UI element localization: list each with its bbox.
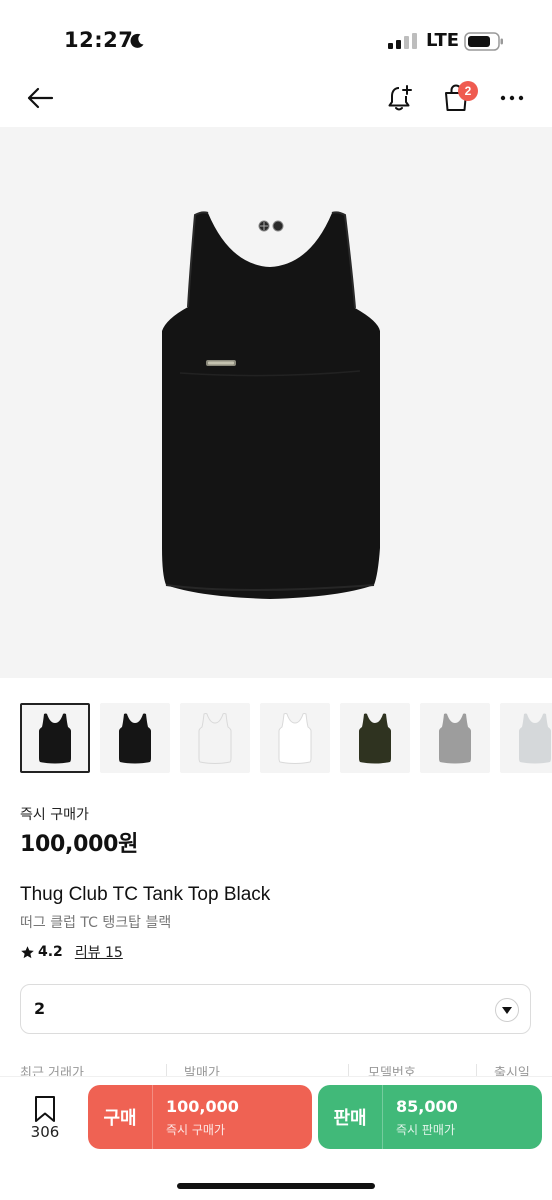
bottom-action-bar: 306 구매 100,000 즉시 구매가 판매 85,000 즉시 판매가 — [0, 1076, 552, 1200]
tank-top-thumbnail — [359, 713, 391, 764]
buy-price: 100,000 — [166, 1097, 239, 1116]
home-indicator — [177, 1183, 375, 1189]
battery-icon — [464, 32, 503, 51]
price-label: 즉시 구매가 — [20, 807, 89, 823]
buy-label: 구매 — [103, 1108, 137, 1129]
tank-top-thumbnail — [198, 713, 232, 764]
tank-top-thumbnail — [519, 713, 551, 764]
tank-top-thumbnail — [119, 713, 151, 764]
rating-value: 4.2 — [38, 944, 63, 960]
more-icon — [500, 95, 524, 101]
tank-top-image — [162, 211, 380, 600]
thumbnail[interactable] — [260, 703, 330, 773]
thumbnail[interactable] — [340, 703, 410, 773]
size-select-value: 2 — [34, 999, 46, 1018]
product-name-ko: 떠그 클럽 TC 탱크탑 블랙 — [20, 915, 172, 931]
thumbnail-strip — [20, 703, 552, 775]
cellular-signal-icon — [388, 33, 417, 49]
bookmark-count: 306 — [30, 1123, 60, 1141]
sell-sublabel: 즉시 판매가 — [396, 1123, 456, 1137]
status-bar: 12:27 LTE — [0, 0, 552, 80]
rating-row: 4.2 리뷰 15 — [20, 942, 123, 962]
tank-top-thumbnail — [278, 713, 312, 764]
nav-bar: 2 — [0, 76, 552, 122]
cart-button[interactable]: 2 — [436, 76, 478, 120]
thumbnail[interactable] — [500, 703, 552, 773]
thumbnail[interactable] — [100, 703, 170, 773]
bookmark-icon — [35, 1096, 55, 1122]
review-link[interactable]: 리뷰 15 — [75, 942, 123, 962]
notification-button[interactable] — [380, 76, 420, 120]
back-button[interactable] — [20, 76, 60, 120]
status-time: 12:27 — [64, 28, 134, 52]
network-type: LTE — [426, 30, 460, 51]
thumbnail[interactable] — [420, 703, 490, 773]
product-image[interactable] — [0, 127, 552, 678]
tank-top-thumbnail — [39, 713, 71, 764]
moon-icon — [130, 33, 144, 48]
bell-plus-icon — [388, 85, 412, 111]
more-button[interactable] — [492, 76, 532, 120]
tank-top-thumbnail — [439, 713, 471, 764]
sell-button[interactable]: 판매 85,000 즉시 판매가 — [318, 1085, 542, 1149]
thumbnail[interactable] — [20, 703, 90, 773]
star-icon — [21, 945, 34, 958]
thumbnail[interactable] — [180, 703, 250, 773]
sell-divider — [382, 1085, 383, 1149]
price-value: 100,000원 — [20, 832, 139, 857]
buy-divider — [152, 1085, 153, 1149]
size-select[interactable]: 2 — [20, 984, 531, 1034]
product-name-en: Thug Club TC Tank Top Black — [20, 884, 271, 905]
buy-button[interactable]: 구매 100,000 즉시 구매가 — [88, 1085, 312, 1149]
cart-badge: 2 — [458, 81, 478, 101]
back-arrow-icon — [27, 87, 54, 109]
chevron-down-icon — [495, 998, 519, 1022]
bookmark-button[interactable]: 306 — [24, 1093, 66, 1145]
sell-label: 판매 — [333, 1108, 367, 1129]
buy-sublabel: 즉시 구매가 — [166, 1123, 226, 1137]
sell-price: 85,000 — [396, 1097, 458, 1116]
